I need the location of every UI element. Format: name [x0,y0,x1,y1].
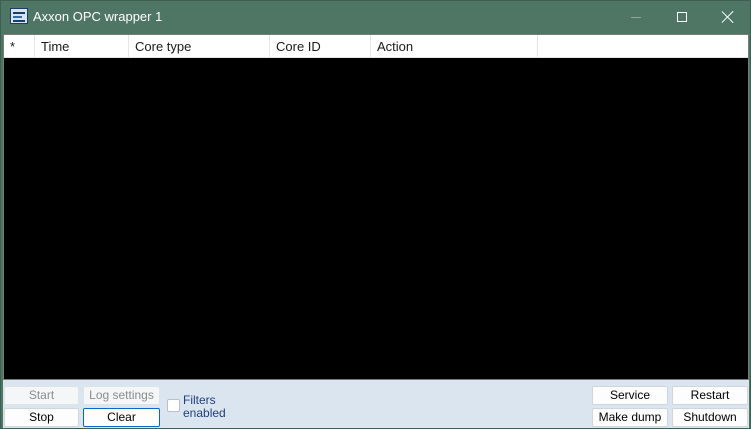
maximize-icon [677,12,687,22]
make-dump-button[interactable]: Make dump [592,408,668,427]
filters-enabled-label[interactable]: Filters enabled [183,394,243,420]
shutdown-button[interactable]: Shutdown [672,408,748,427]
clear-button[interactable]: Clear [83,408,160,427]
column-header-action[interactable]: Action [371,35,538,58]
column-header-time[interactable]: Time [35,35,129,58]
filters-enabled-checkbox[interactable] [167,399,180,412]
bottom-toolbar: Start Stop Log settings Clear Filters en… [3,380,749,428]
start-button[interactable]: Start [4,386,79,405]
close-icon [722,11,734,23]
service-button[interactable]: Service [592,386,668,405]
stop-button[interactable]: Stop [4,408,79,427]
column-header-core-type[interactable]: Core type [129,35,270,58]
column-header-marker[interactable]: * [4,35,35,58]
log-list-view[interactable]: * Time Core type Core ID Action [3,34,749,380]
minimize-icon [631,16,641,18]
app-log-icon [10,8,28,24]
column-header-core-id[interactable]: Core ID [270,35,371,58]
minimize-button[interactable] [613,1,659,33]
column-header-filler [538,35,748,58]
close-button[interactable] [705,1,751,33]
window-title: Axxon OPC wrapper 1 [33,9,163,24]
list-body[interactable] [4,58,748,379]
app-window: Axxon OPC wrapper 1 * Time Core type Cor… [0,0,751,429]
title-bar[interactable]: Axxon OPC wrapper 1 [1,1,750,33]
restart-button[interactable]: Restart [672,386,748,405]
log-settings-button[interactable]: Log settings [83,386,160,405]
maximize-button[interactable] [659,1,705,33]
client-area: * Time Core type Core ID Action Start St… [3,34,749,428]
list-header: * Time Core type Core ID Action [4,35,748,58]
